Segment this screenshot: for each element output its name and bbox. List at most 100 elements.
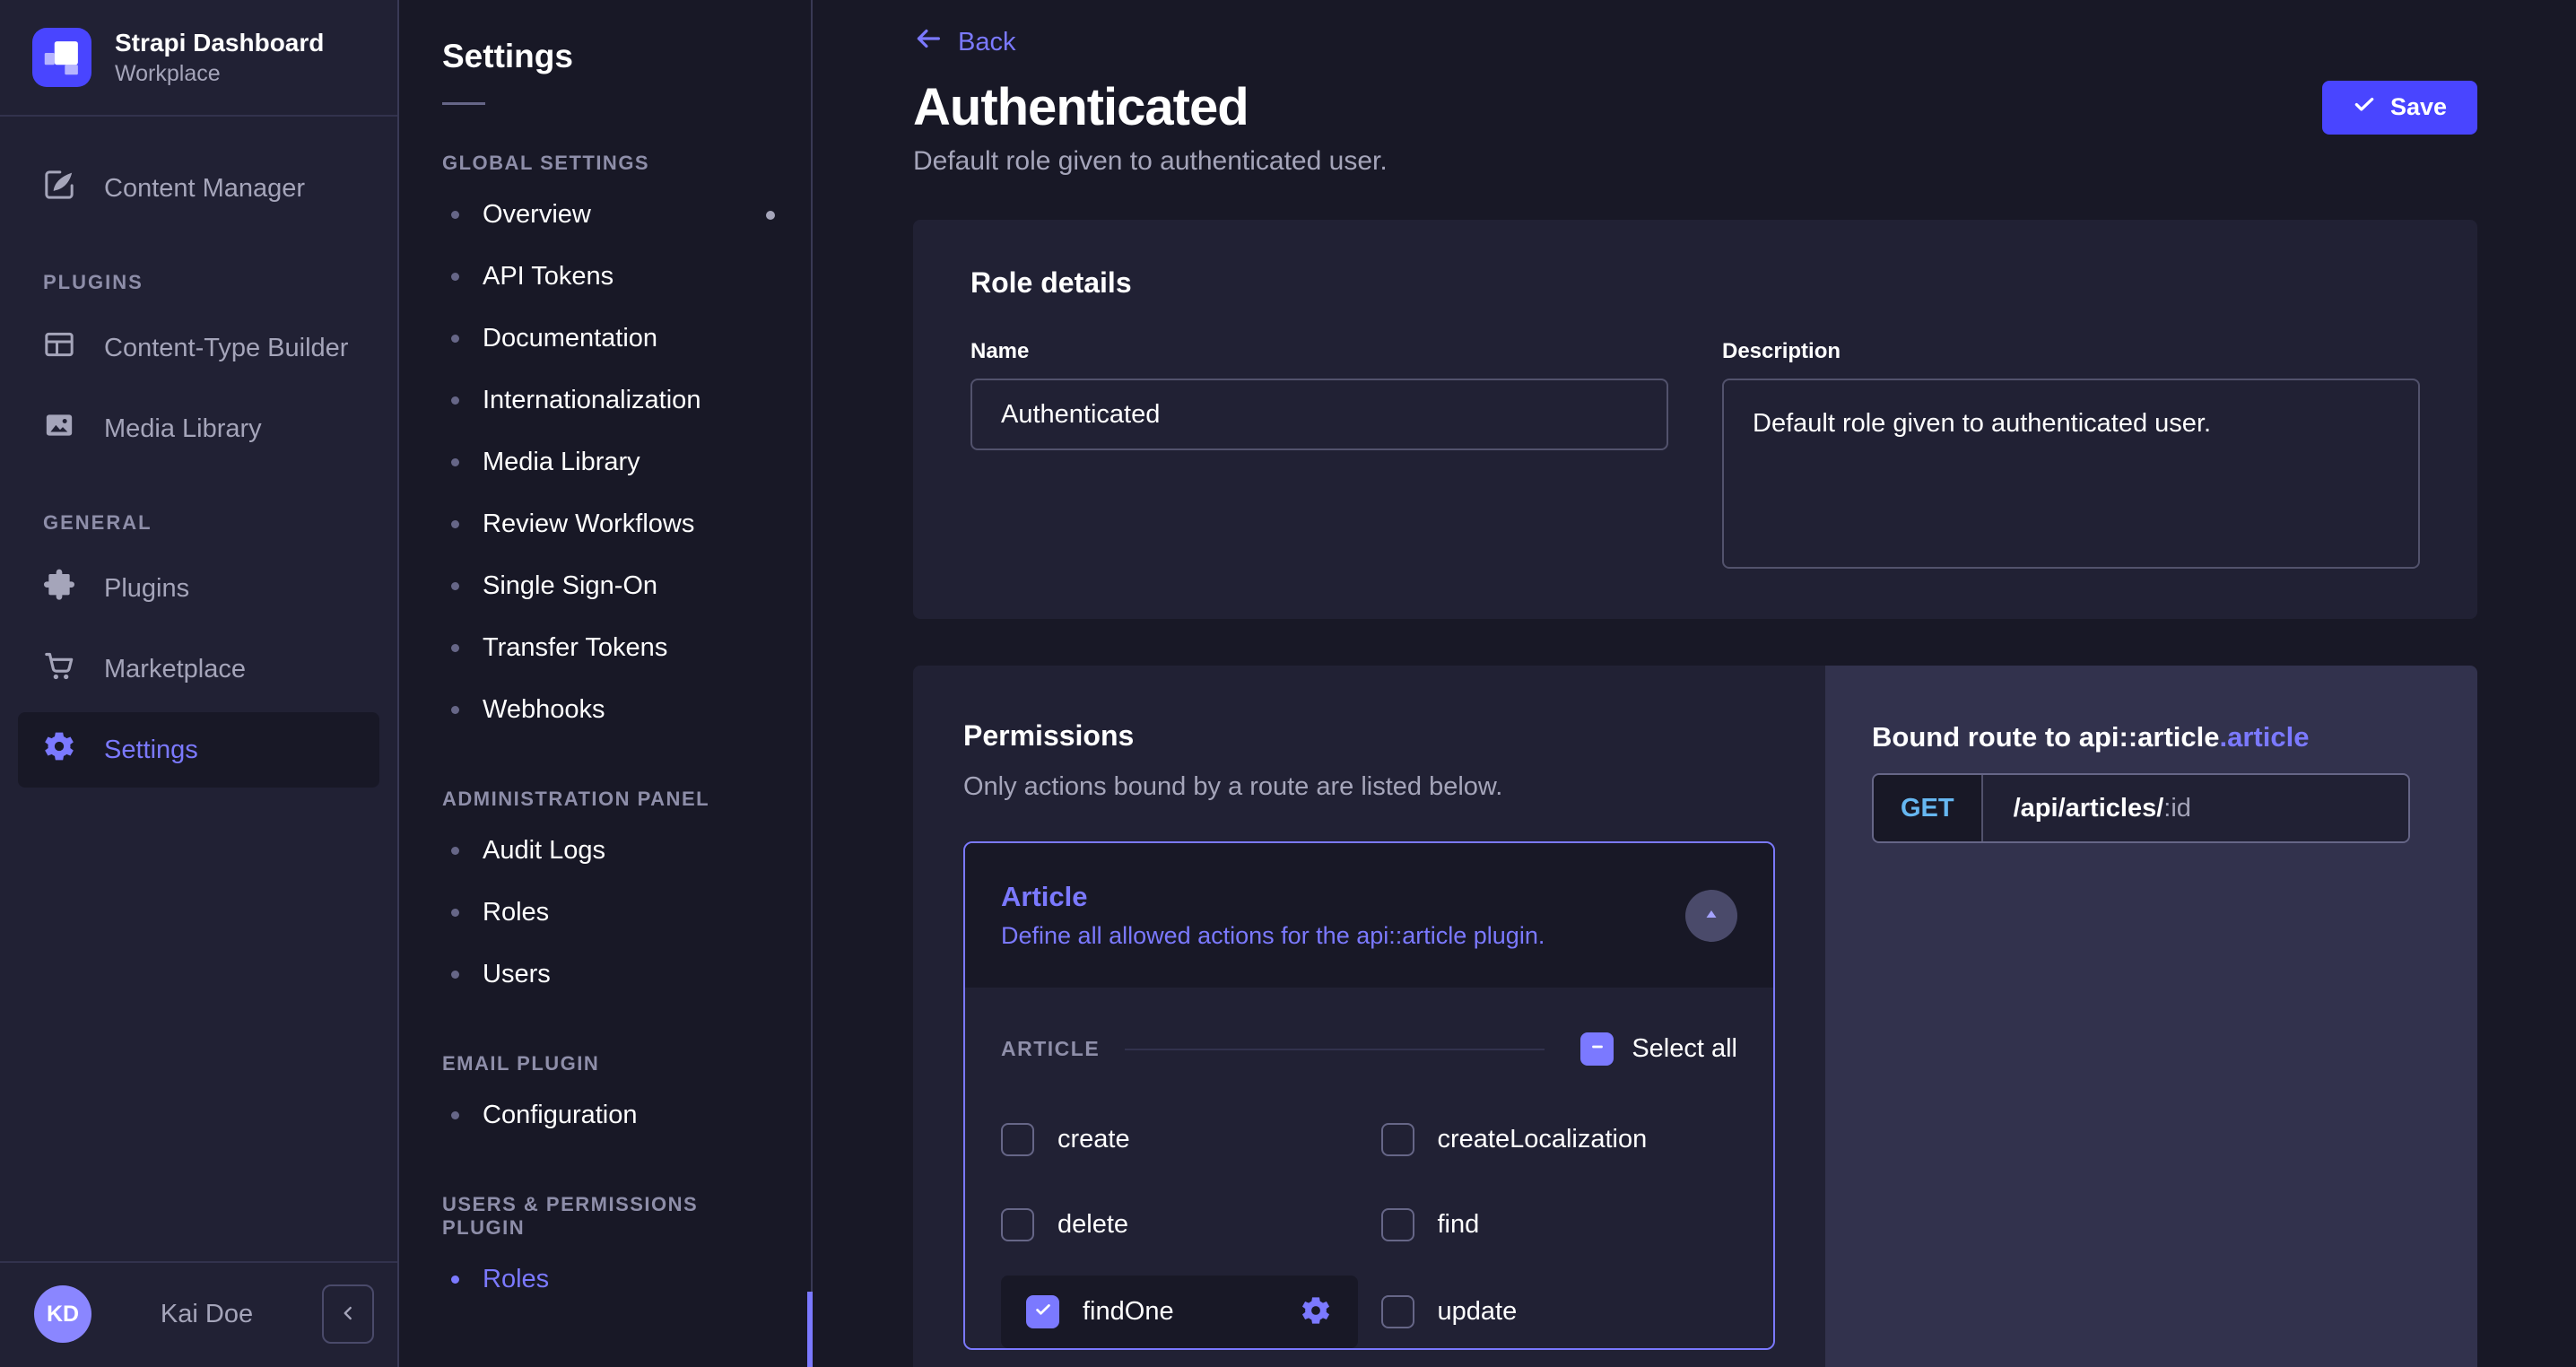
bound-route-prefix: Bound route to	[1872, 721, 2079, 753]
user-name: Kai Doe	[160, 1299, 254, 1328]
article-accordion-header[interactable]: Article Define all allowed actions for t…	[965, 843, 1773, 988]
gear-icon	[41, 728, 77, 771]
subnav-item-label: Transfer Tokens	[483, 633, 668, 662]
bound-route-api: api::article	[2078, 721, 2220, 753]
bullet-icon	[451, 458, 459, 466]
name-field: Name Authenticated	[970, 339, 1668, 569]
subnav-item-webhooks[interactable]: Webhooks	[399, 679, 811, 741]
chevron-left-icon	[336, 1302, 360, 1328]
subnav-item-admin-roles[interactable]: Roles	[399, 882, 811, 944]
collapse-accordion-button[interactable]	[1685, 889, 1737, 942]
route-method-badge: GET	[1874, 775, 1983, 841]
sidebar-item-plugins[interactable]: Plugins	[18, 551, 379, 626]
subnav-title: Settings	[442, 38, 573, 74]
sidebar-section-general: GENERAL	[43, 511, 152, 534]
action-label: update	[1437, 1297, 1518, 1326]
subnav-item-up-roles[interactable]: Roles	[399, 1249, 811, 1310]
subnav-item-transfer-tokens[interactable]: Transfer Tokens	[399, 617, 811, 679]
subnav-item-configuration[interactable]: Configuration	[399, 1084, 811, 1146]
sidebar-item-content-manager[interactable]: Content Manager	[18, 151, 379, 226]
route-path: /api/articles/:id	[1982, 775, 2408, 841]
action-label: findOne	[1083, 1297, 1174, 1326]
subnav-item-review-workflows[interactable]: Review Workflows	[399, 493, 811, 555]
sidebar-item-label: Content Manager	[104, 173, 306, 203]
action-label: find	[1437, 1210, 1480, 1239]
subnav-item-label: Single Sign-On	[483, 571, 658, 600]
sidebar-item-settings[interactable]: Settings	[18, 712, 379, 788]
back-link[interactable]: Back	[913, 23, 1015, 61]
page-subtitle: Default role given to authenticated user…	[913, 146, 1388, 176]
bullet-icon	[451, 211, 459, 219]
role-details-card: Role details Name Authenticated Descript…	[913, 220, 2477, 619]
triangle-up-icon	[1701, 903, 1722, 927]
subnav-item-single-sign-on[interactable]: Single Sign-On	[399, 555, 811, 617]
bullet-icon	[451, 582, 459, 590]
subnav-item-label: Documentation	[483, 324, 658, 353]
findOne-checkbox[interactable]	[1026, 1295, 1059, 1328]
find-checkbox[interactable]	[1380, 1208, 1414, 1241]
sidebar-collapse-button[interactable]	[322, 1284, 374, 1344]
cog-icon	[1299, 1293, 1333, 1330]
bullet-icon	[451, 520, 459, 528]
bullet-icon	[451, 644, 459, 652]
minus-icon	[1588, 1038, 1606, 1060]
subnav-item-api-tokens[interactable]: API Tokens	[399, 246, 811, 308]
cart-icon	[41, 648, 77, 691]
subnav-section-users-permissions-plugin: USERS & PERMISSIONS PLUGIN	[442, 1193, 699, 1239]
action-delete: delete	[1001, 1190, 1358, 1259]
select-all-label: Select all	[1632, 1034, 1737, 1063]
permissions-heading: Permissions	[963, 719, 1135, 752]
subnav-item-users[interactable]: Users	[399, 944, 811, 1006]
accordion-title: Article	[1001, 881, 1088, 912]
workspace-subtitle: Workplace	[115, 61, 221, 86]
save-label: Save	[2389, 93, 2447, 120]
action-findOne: findOne	[1001, 1276, 1358, 1348]
createLocalization-checkbox[interactable]	[1380, 1123, 1414, 1156]
sidebar-item-label: Content-Type Builder	[104, 333, 349, 362]
bullet-icon	[451, 1276, 459, 1284]
name-input[interactable]: Authenticated	[970, 379, 1668, 450]
action-label: createLocalization	[1437, 1125, 1648, 1154]
sidebar-item-media-library[interactable]: Media Library	[18, 391, 379, 466]
subnav-item-label: Webhooks	[483, 695, 605, 724]
subnav-item-label: Users	[483, 960, 551, 988]
subnav-item-audit-logs[interactable]: Audit Logs	[399, 820, 811, 882]
update-checkbox[interactable]	[1380, 1295, 1414, 1328]
name-label: Name	[970, 339, 1030, 363]
action-update: update	[1380, 1276, 1738, 1348]
route-param-text: :id	[2163, 793, 2191, 823]
subnav-section-administration-panel: ADMINISTRATION PANEL	[442, 788, 710, 810]
bound-route-heading: Bound route to api::article.article	[1872, 721, 2431, 753]
subnav-item-internationalization[interactable]: Internationalization	[399, 370, 811, 431]
subnav-item-label: Configuration	[483, 1101, 638, 1129]
subnav-item-media-library[interactable]: Media Library	[399, 431, 811, 493]
sidebar-item-label: Settings	[104, 735, 198, 764]
delete-checkbox[interactable]	[1001, 1208, 1034, 1241]
sidebar-item-marketplace[interactable]: Marketplace	[18, 631, 379, 707]
save-button[interactable]: Save	[2321, 80, 2477, 135]
action-label: delete	[1057, 1210, 1129, 1239]
description-input[interactable]: Default role given to authenticated user…	[1722, 379, 2420, 569]
bullet-icon	[451, 847, 459, 855]
image-icon	[41, 407, 77, 450]
title-divider	[442, 102, 485, 105]
avatar[interactable]: KD	[34, 1285, 91, 1343]
sidebar-item-content-type-builder[interactable]: Content-Type Builder	[18, 310, 379, 386]
content-manager-icon	[41, 167, 77, 210]
bullet-icon	[451, 396, 459, 405]
subnav-item-label: Review Workflows	[483, 509, 695, 538]
sidebar-item-label: Media Library	[104, 414, 262, 443]
create-checkbox[interactable]	[1001, 1123, 1034, 1156]
bullet-icon	[451, 909, 459, 917]
article-accordion: Article Define all allowed actions for t…	[963, 841, 1775, 1350]
bullet-icon	[451, 706, 459, 714]
findOne-settings-button[interactable]	[1299, 1293, 1333, 1330]
subnav-item-overview[interactable]: Overview	[399, 184, 811, 246]
action-createLocalization: createLocalization	[1380, 1105, 1738, 1174]
subnav-item-documentation[interactable]: Documentation	[399, 308, 811, 370]
settings-subnav: Settings GLOBAL SETTINGS Overview API To…	[399, 0, 813, 1367]
workspace-brand[interactable]: Strapi Dashboard Workplace	[0, 0, 397, 115]
select-all-checkbox[interactable]	[1580, 1032, 1614, 1066]
description-label: Description	[1722, 339, 1841, 363]
scrollbar-thumb[interactable]	[807, 1292, 813, 1367]
